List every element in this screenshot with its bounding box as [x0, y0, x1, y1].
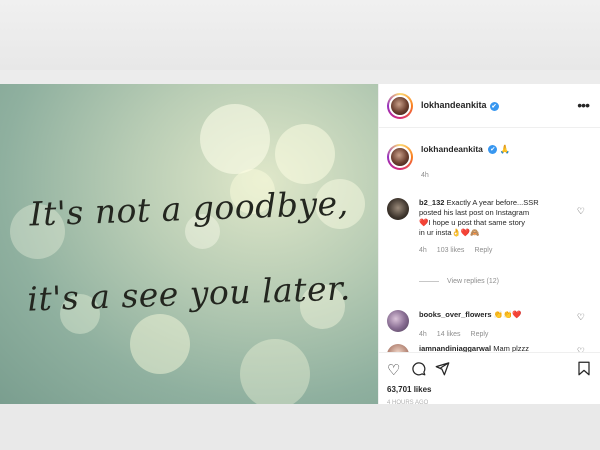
- comment-body: books_over_flowers 👏👏❤️ 4h 14 likes Repl…: [419, 310, 569, 340]
- view-replies[interactable]: View replies (12): [419, 278, 499, 285]
- avatar[interactable]: [387, 92, 413, 119]
- comment-text: 👏👏❤️: [493, 310, 522, 319]
- top-background: [0, 0, 600, 70]
- bottom-background: [0, 404, 600, 450]
- comment-text-line: in ur insta👌❤️🙈: [419, 228, 480, 237]
- caption-emoji: 🙏: [499, 144, 511, 154]
- caption-avatar[interactable]: [387, 144, 413, 170]
- comment-icon[interactable]: [411, 361, 426, 380]
- comment-username[interactable]: iamnandiniaggarwal: [419, 344, 491, 352]
- comment-time: 4h: [419, 247, 427, 254]
- reply-button[interactable]: Reply: [471, 330, 489, 340]
- verified-icon: ✔: [489, 101, 499, 111]
- comment-item: books_over_flowers 👏👏❤️ 4h 14 likes Repl…: [387, 310, 593, 340]
- comment-text: Mam plzzz: [493, 344, 530, 352]
- bokeh-light: [200, 104, 270, 174]
- comment-text-line: ❤️I hope u post that same story: [419, 218, 526, 227]
- comment-item: b2_132 Exactly A year before...SSR poste…: [387, 198, 593, 256]
- comments-section[interactable]: lokhandeankita ✔ 🙏 4h b2_132 Exactly A y…: [379, 128, 600, 352]
- comment-like-heart-icon[interactable]: ♡: [577, 206, 585, 217]
- comment-meta: 4h 103 likes Reply: [419, 246, 569, 256]
- replies-divider: [419, 281, 439, 282]
- comment-username[interactable]: b2_132: [419, 198, 444, 207]
- commenter-avatar[interactable]: [387, 344, 409, 352]
- heart-icon[interactable]: ♡: [387, 361, 400, 379]
- caption-time: 4h: [421, 172, 429, 179]
- header-username-text[interactable]: lokhandeankita: [421, 100, 487, 110]
- comment-likes[interactable]: 103 likes: [437, 246, 465, 256]
- comment-meta: 4h 14 likes Reply: [419, 330, 569, 340]
- likes-count[interactable]: 63,701 likes: [387, 385, 431, 394]
- bokeh-light: [275, 124, 335, 184]
- comment-item: iamnandiniaggarwal Mam plzzz ♡: [387, 344, 593, 352]
- comment-text-line: posted his last post on Instagram: [419, 208, 530, 217]
- caption-text: lokhandeankita ✔ 🙏: [421, 144, 510, 155]
- post-header: lokhandeankita ✔ •••: [379, 84, 600, 128]
- commenter-avatar[interactable]: [387, 310, 409, 332]
- share-icon[interactable]: [435, 361, 450, 380]
- verified-icon: ✔: [488, 145, 498, 155]
- comment-body: iamnandiniaggarwal Mam plzzz: [419, 344, 569, 352]
- reply-button[interactable]: Reply: [474, 246, 492, 256]
- post-side-panel: lokhandeankita ✔ ••• lokhandeankita ✔ 🙏 4…: [378, 84, 600, 406]
- comment-likes[interactable]: 14 likes: [437, 330, 461, 340]
- comment-like-heart-icon[interactable]: ♡: [577, 312, 585, 323]
- caption-username[interactable]: lokhandeankita: [421, 144, 483, 154]
- bokeh-light: [240, 339, 310, 404]
- instagram-post: It's not a goodbye, it's a see you later…: [0, 84, 600, 406]
- quote-line-1: It's not a goodbye,: [28, 183, 350, 234]
- bookmark-icon[interactable]: [577, 361, 591, 380]
- post-actions: ♡ 63,701 likes 4 HOURS AGO: [379, 352, 600, 406]
- comment-username[interactable]: books_over_flowers: [419, 310, 492, 319]
- bokeh-light: [130, 314, 190, 374]
- more-options-icon[interactable]: •••: [577, 97, 590, 113]
- header-username[interactable]: lokhandeankita ✔: [421, 100, 499, 111]
- caption: lokhandeankita ✔ 🙏: [387, 144, 510, 170]
- comment-time: 4h: [419, 331, 427, 338]
- post-image: It's not a goodbye, it's a see you later…: [0, 84, 378, 404]
- comment-text-line: Exactly A year before...SSR: [446, 198, 539, 207]
- commenter-avatar[interactable]: [387, 198, 409, 220]
- comment-body: b2_132 Exactly A year before...SSR poste…: [419, 198, 569, 256]
- view-replies-button[interactable]: View replies (12): [447, 278, 499, 285]
